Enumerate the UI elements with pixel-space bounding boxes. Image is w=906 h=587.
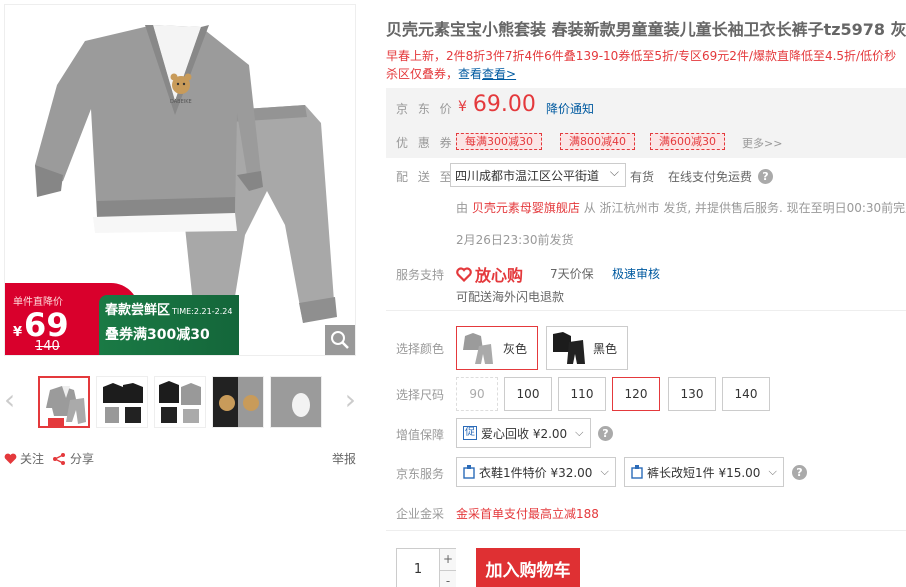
prev-arrow-icon[interactable]: ‹ bbox=[4, 386, 15, 414]
divider bbox=[386, 310, 906, 311]
coupon-more-link[interactable]: 更多>> bbox=[742, 135, 782, 151]
value-added-label: 增值保障 bbox=[396, 428, 445, 442]
thumbnail-1[interactable] bbox=[38, 376, 90, 428]
jd-service-select-1[interactable]: 衣鞋1件特价 ¥32.00 ⌵ bbox=[456, 457, 616, 487]
shipping-label: 配 送 至 bbox=[396, 170, 455, 184]
price-label: 京 东 价 bbox=[396, 102, 455, 116]
follow-button[interactable]: 关注 bbox=[4, 450, 44, 467]
color-option-gray[interactable]: 灰色 bbox=[456, 326, 538, 370]
service-brand[interactable]: 放心购 bbox=[456, 262, 523, 286]
service-icon bbox=[463, 465, 475, 479]
size-option-100[interactable]: 100 bbox=[504, 377, 552, 411]
thumbnail-3[interactable] bbox=[154, 376, 206, 428]
service-fast-review[interactable]: 极速审核 bbox=[612, 265, 660, 282]
size-label: 选择尺码 bbox=[396, 388, 445, 402]
size-option-110[interactable]: 110 bbox=[558, 377, 606, 411]
promo-view-link[interactable]: 查看 bbox=[458, 67, 482, 81]
divider bbox=[386, 530, 906, 531]
share-icon bbox=[53, 452, 65, 465]
color-option-black[interactable]: 黑色 bbox=[546, 326, 628, 370]
color-label: 选择颜色 bbox=[396, 342, 445, 356]
promo-line: 早春上新，2件8折3件7折4件6件叠139-10券低至5折/专区69元2件/爆款… bbox=[386, 49, 897, 81]
location-select[interactable]: 四川成都市温江区公平街道 ⌵ bbox=[450, 163, 626, 187]
thumbnail-strip: ‹ › bbox=[4, 376, 356, 430]
delivery-time: 2月26日23:30前发货 bbox=[456, 233, 574, 247]
heart-outline-icon bbox=[456, 266, 472, 282]
original-price: 140 bbox=[35, 339, 60, 354]
size-option-90[interactable]: 90 bbox=[456, 377, 498, 411]
service-sub-text: 可配送海外闪电退款 bbox=[456, 290, 565, 304]
quantity-minus-button[interactable]: - bbox=[439, 570, 456, 587]
event-title: 春款尝鲜区 TIME:2.21-2.24 bbox=[105, 303, 233, 318]
report-link[interactable]: 举报 bbox=[332, 450, 356, 467]
coupon-label: 优 惠 券 bbox=[396, 136, 455, 150]
thumbnail-5[interactable] bbox=[270, 376, 322, 428]
coupon-2[interactable]: 满800减40 bbox=[560, 133, 635, 150]
free-shipping-text: 在线支付免运费 bbox=[668, 170, 753, 184]
help-icon[interactable]: ? bbox=[792, 465, 807, 480]
event-coupon: 叠券满300减30 bbox=[105, 327, 210, 343]
add-to-cart-button[interactable]: 加入购物车 bbox=[476, 548, 580, 587]
shirt-brand-text: DABEIKE bbox=[170, 99, 192, 105]
price-drop-value: ¥69 bbox=[13, 306, 69, 344]
gallery-actions: 关注 分享 举报 bbox=[4, 450, 356, 466]
main-product-image[interactable]: DABEIKE 单件直降价 ¥69 140 春款尝鲜区 TIME:2.21-2.2… bbox=[4, 4, 356, 356]
promo-card: 单件直降价 ¥69 140 春款尝鲜区 TIME:2.21-2.24 叠券满300… bbox=[5, 283, 239, 355]
value-added-select[interactable]: 促 爱心回收 ¥2.00 ⌵ bbox=[456, 418, 591, 448]
enterprise-label: 企业金采 bbox=[396, 507, 445, 521]
insurance-icon: 促 bbox=[463, 426, 477, 440]
size-option-130[interactable]: 130 bbox=[668, 377, 716, 411]
help-icon[interactable]: ? bbox=[758, 169, 773, 184]
price-box: 京 东 价 ¥69.00 降价通知 优 惠 券 每满300减30 满800减40… bbox=[386, 88, 906, 158]
next-arrow-icon[interactable]: › bbox=[345, 386, 356, 414]
price-notify-link[interactable]: 降价通知 bbox=[546, 100, 594, 117]
thumbnail-2[interactable] bbox=[96, 376, 148, 428]
coupon-1[interactable]: 每满300减30 bbox=[456, 133, 542, 150]
enterprise-offer[interactable]: 金采首单支付最高立减188 bbox=[456, 505, 599, 522]
jd-service-select-2[interactable]: 裤长改短1件 ¥15.00 ⌵ bbox=[624, 457, 784, 487]
promo-view-more-link[interactable]: 查看> bbox=[482, 67, 516, 81]
color-black-swatch bbox=[553, 332, 585, 364]
size-option-140[interactable]: 140 bbox=[722, 377, 770, 411]
thumbnail-4[interactable] bbox=[212, 376, 264, 428]
chevron-down-icon: ⌵ bbox=[768, 465, 777, 478]
quantity-plus-button[interactable]: + bbox=[439, 549, 456, 570]
stock-status: 有货 bbox=[630, 170, 655, 184]
chevron-down-icon: ⌵ bbox=[600, 465, 609, 478]
size-option-120[interactable]: 120 bbox=[612, 377, 660, 411]
heart-icon bbox=[4, 453, 17, 464]
service-price-protect[interactable]: 7天价保 bbox=[550, 265, 594, 282]
service-label: 服务支持 bbox=[396, 268, 445, 282]
share-button[interactable]: 分享 bbox=[52, 450, 94, 467]
shop-link[interactable]: 贝壳元素母婴旗舰店 bbox=[472, 201, 580, 215]
seller-info: 由 贝壳元素母婴旗舰店 从 浙江杭州市 发货, 并提供售后服务. 现在至明日00… bbox=[456, 201, 906, 215]
quantity-input[interactable]: 1 bbox=[397, 549, 439, 587]
chevron-down-icon: ⌵ bbox=[575, 426, 584, 439]
zoom-icon[interactable] bbox=[325, 325, 355, 355]
coupon-3[interactable]: 满600减30 bbox=[650, 133, 725, 150]
jd-service-label: 京东服务 bbox=[396, 467, 445, 481]
product-title: 贝壳元素宝宝小熊套装 春装新款男童童装儿童长袖卫衣长裤子tz5978 灰色 bbox=[386, 20, 906, 39]
product-details: 贝壳元素宝宝小熊套装 春装新款男童童装儿童长袖卫衣长裤子tz5978 灰色 早春… bbox=[386, 0, 906, 587]
chevron-down-icon: ⌵ bbox=[609, 165, 619, 179]
help-icon[interactable]: ? bbox=[598, 426, 613, 441]
event-banner: 春款尝鲜区 TIME:2.21-2.24 叠券满300减30 bbox=[99, 295, 239, 355]
price-value: ¥69.00 bbox=[458, 92, 536, 117]
color-gray-swatch bbox=[463, 333, 493, 364]
service-icon bbox=[631, 465, 643, 479]
quantity-stepper: 1 + - bbox=[396, 548, 456, 587]
